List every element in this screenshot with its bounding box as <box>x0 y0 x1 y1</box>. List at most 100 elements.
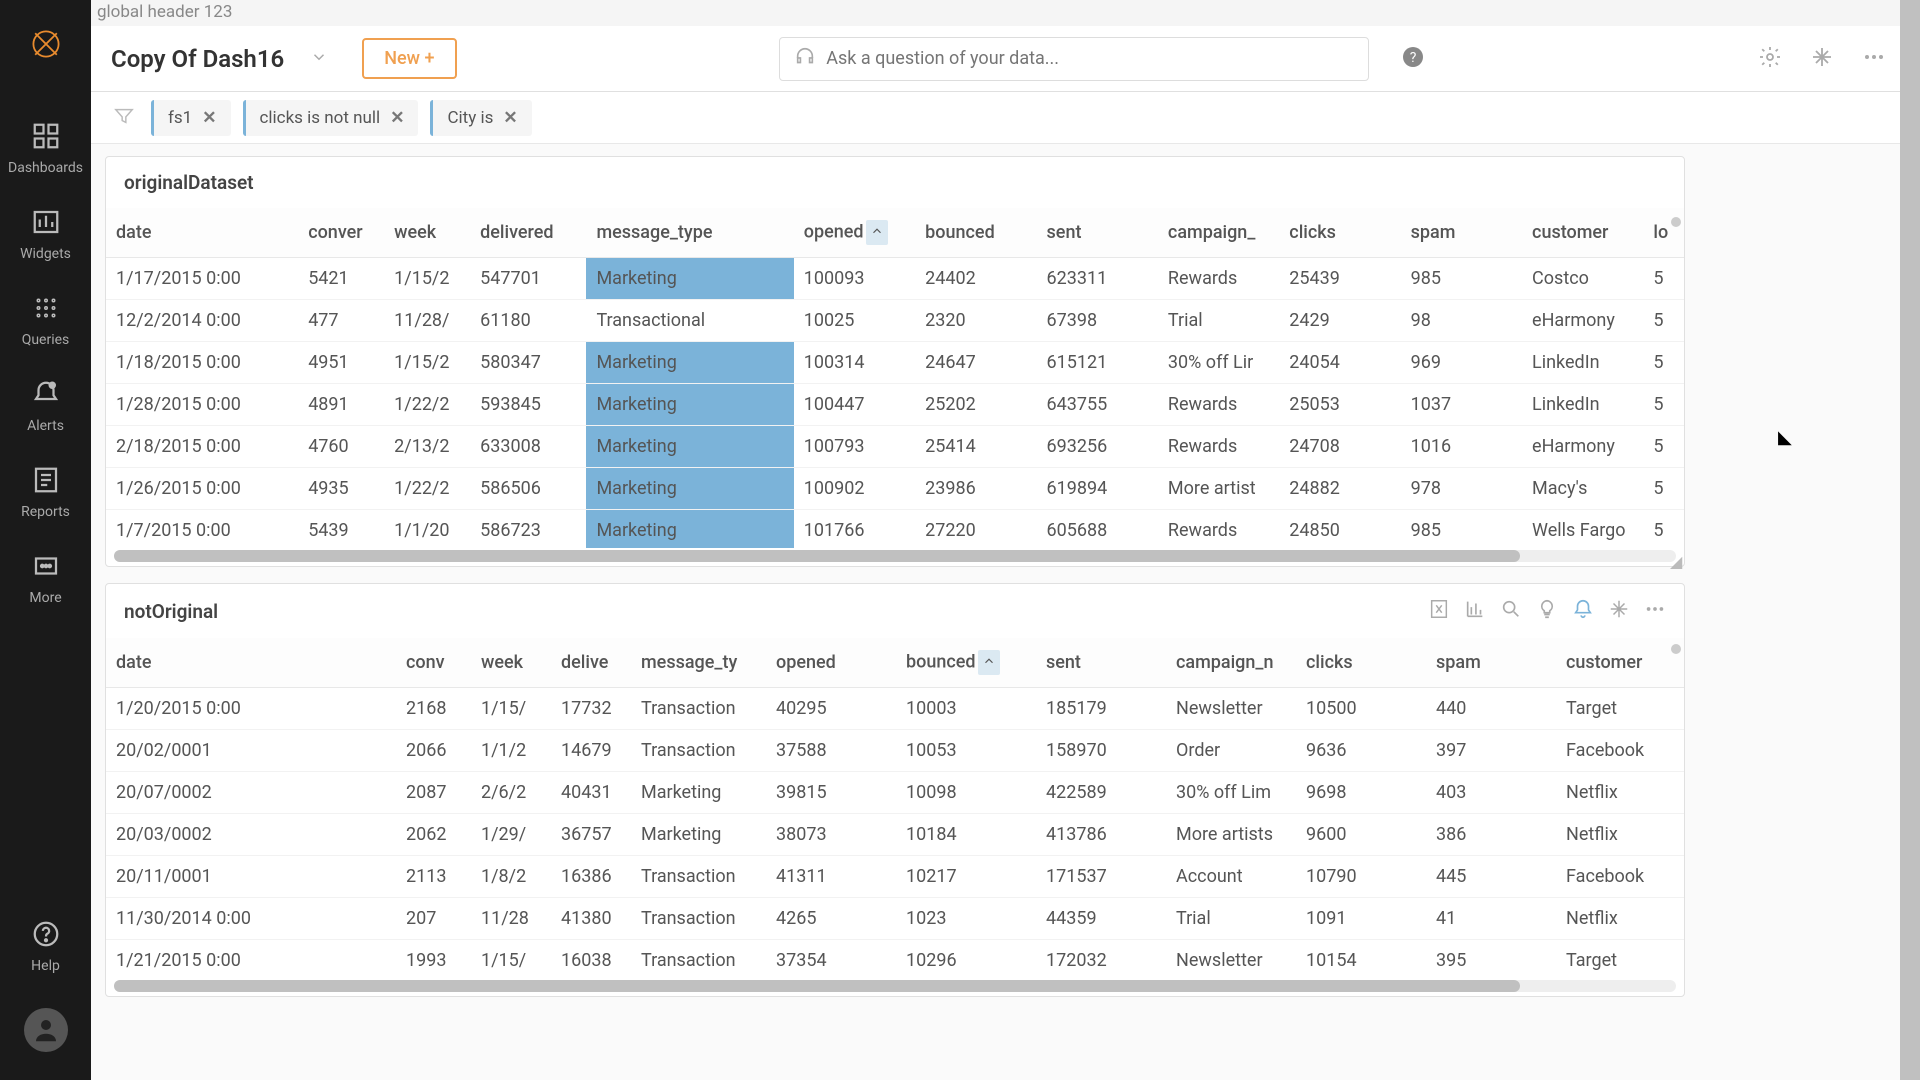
sparkle-icon[interactable] <box>1802 37 1842 81</box>
column-header[interactable]: customer <box>1522 208 1643 258</box>
column-header[interactable]: campaign_n <box>1166 638 1296 688</box>
column-header[interactable]: week <box>471 638 551 688</box>
column-header[interactable]: bounced <box>896 638 1036 688</box>
more-icon[interactable] <box>1644 598 1666 624</box>
column-header[interactable]: spam <box>1426 638 1556 688</box>
cell: 969 <box>1401 342 1522 384</box>
table-row[interactable]: 1/21/2015 0:0019931/15/16038Transaction3… <box>106 940 1684 979</box>
table-row[interactable]: 1/28/2015 0:0048911/22/2593845Marketing1… <box>106 384 1684 426</box>
filter-chip-clicks[interactable]: clicks is not null✕ <box>243 100 419 136</box>
vertical-scrollbar[interactable] <box>1671 217 1681 546</box>
horizontal-scrollbar[interactable] <box>114 980 1676 992</box>
vertical-scrollbar[interactable] <box>1671 644 1681 976</box>
more-menu-icon[interactable] <box>1854 37 1894 81</box>
close-icon[interactable]: ✕ <box>390 108 404 128</box>
cell: Marketing <box>586 384 793 426</box>
table-row[interactable]: 1/20/2015 0:0021681/15/17732Transaction4… <box>106 688 1684 730</box>
table-row[interactable]: 1/7/2015 0:0054391/1/20586723Marketing10… <box>106 510 1684 549</box>
table-row[interactable]: 12/2/2014 0:0047711/28/61180Transactiona… <box>106 300 1684 342</box>
sidebar-item-widgets[interactable]: Widgets <box>0 190 91 276</box>
sidebar-item-reports[interactable]: Reports <box>0 448 91 534</box>
column-header[interactable]: sent <box>1037 208 1158 258</box>
user-avatar[interactable] <box>24 1008 68 1052</box>
cell: 1/29/ <box>471 814 551 856</box>
global-header: global header 123 <box>91 0 1920 26</box>
column-header[interactable]: delivered <box>470 208 586 258</box>
page-scrollbar[interactable] <box>1900 0 1920 1080</box>
cell: 24708 <box>1279 426 1400 468</box>
search-icon[interactable] <box>1500 598 1522 624</box>
column-header[interactable]: conv <box>396 638 471 688</box>
table-row[interactable]: 1/18/2015 0:0049511/15/2580347Marketing1… <box>106 342 1684 384</box>
app-logo[interactable] <box>26 24 66 64</box>
sort-asc-icon[interactable] <box>978 650 1000 675</box>
table-row[interactable]: 1/17/2015 0:0054211/15/2547701Marketing1… <box>106 258 1684 300</box>
cell: 100314 <box>794 342 915 384</box>
column-header[interactable]: opened <box>794 208 915 258</box>
filter-chip-fs1[interactable]: fs1✕ <box>151 100 231 136</box>
sidebar-item-queries[interactable]: Queries <box>0 276 91 362</box>
table-row[interactable]: 2/18/2015 0:0047602/13/2633008Marketing1… <box>106 426 1684 468</box>
bell-icon[interactable] <box>1572 598 1594 624</box>
sidebar-item-more[interactable]: More <box>0 534 91 620</box>
column-header[interactable]: delive <box>551 638 631 688</box>
help-top-icon[interactable]: ? <box>1393 37 1433 81</box>
cell: 30% off Lir <box>1158 342 1279 384</box>
sidebar-item-dashboards[interactable]: Dashboards <box>0 104 91 190</box>
new-button[interactable]: New + <box>362 38 456 79</box>
cell: 14679 <box>551 730 631 772</box>
resize-handle[interactable]: ◢ <box>1670 552 1682 564</box>
column-header[interactable]: spam <box>1401 208 1522 258</box>
column-header[interactable]: conver <box>298 208 384 258</box>
table-row[interactable]: 20/11/000121131/8/216386Transaction41311… <box>106 856 1684 898</box>
column-header[interactable]: campaign_ <box>1158 208 1279 258</box>
filter-chip-city[interactable]: City is✕ <box>430 100 531 136</box>
cell: 9698 <box>1296 772 1426 814</box>
sidebar-item-label: Widgets <box>20 246 71 262</box>
column-header[interactable]: customer <box>1556 638 1684 688</box>
column-header[interactable]: message_type <box>586 208 793 258</box>
cell: 397 <box>1426 730 1556 772</box>
search-input[interactable] <box>826 48 1354 69</box>
reports-icon <box>28 462 64 498</box>
cell: 2/18/2015 0:00 <box>106 426 298 468</box>
column-header[interactable]: clicks <box>1296 638 1426 688</box>
filter-bar: fs1✕ clicks is not null✕ City is✕ <box>91 92 1920 144</box>
table-row[interactable]: 20/03/000220621/29/36757Marketing3807310… <box>106 814 1684 856</box>
column-header[interactable]: clicks <box>1279 208 1400 258</box>
column-header[interactable]: date <box>106 208 298 258</box>
filter-icon[interactable] <box>109 101 139 135</box>
table-row[interactable]: 20/02/000120661/1/214679Transaction37588… <box>106 730 1684 772</box>
chart-icon[interactable] <box>1464 598 1486 624</box>
column-header[interactable]: bounced <box>915 208 1036 258</box>
dashboard-dropdown[interactable] <box>302 40 336 78</box>
sparkle-icon[interactable] <box>1608 598 1630 624</box>
column-header[interactable]: week <box>384 208 470 258</box>
table-row[interactable]: 11/30/2014 0:0020711/2841380Transaction4… <box>106 898 1684 940</box>
sort-asc-icon[interactable] <box>866 220 888 245</box>
sidebar-item-alerts[interactable]: Alerts <box>0 362 91 448</box>
horizontal-scrollbar[interactable] <box>114 550 1676 562</box>
cell: 1/26/2015 0:00 <box>106 468 298 510</box>
sidebar-item-help[interactable]: Help <box>0 902 91 988</box>
column-header[interactable]: date <box>106 638 396 688</box>
close-icon[interactable]: ✕ <box>503 108 517 128</box>
cell: 16386 <box>551 856 631 898</box>
cell: 37588 <box>766 730 896 772</box>
column-header[interactable]: sent <box>1036 638 1166 688</box>
export-icon[interactable] <box>1428 598 1450 624</box>
widget-originaldataset: originalDataset dateconverweekdeliveredm… <box>105 156 1685 567</box>
queries-icon <box>28 290 64 326</box>
table-row[interactable]: 20/07/000220872/6/240431Marketing3981510… <box>106 772 1684 814</box>
column-header[interactable]: message_ty <box>631 638 766 688</box>
more-icon <box>28 548 64 584</box>
search-box[interactable] <box>779 37 1369 81</box>
close-icon[interactable]: ✕ <box>202 108 216 128</box>
cell: 25053 <box>1279 384 1400 426</box>
cell: 36757 <box>551 814 631 856</box>
table-row[interactable]: 1/26/2015 0:0049351/22/2586506Marketing1… <box>106 468 1684 510</box>
column-header[interactable]: opened <box>766 638 896 688</box>
settings-icon[interactable] <box>1750 37 1790 81</box>
cell: Marketing <box>586 510 793 549</box>
lightbulb-icon[interactable] <box>1536 598 1558 624</box>
